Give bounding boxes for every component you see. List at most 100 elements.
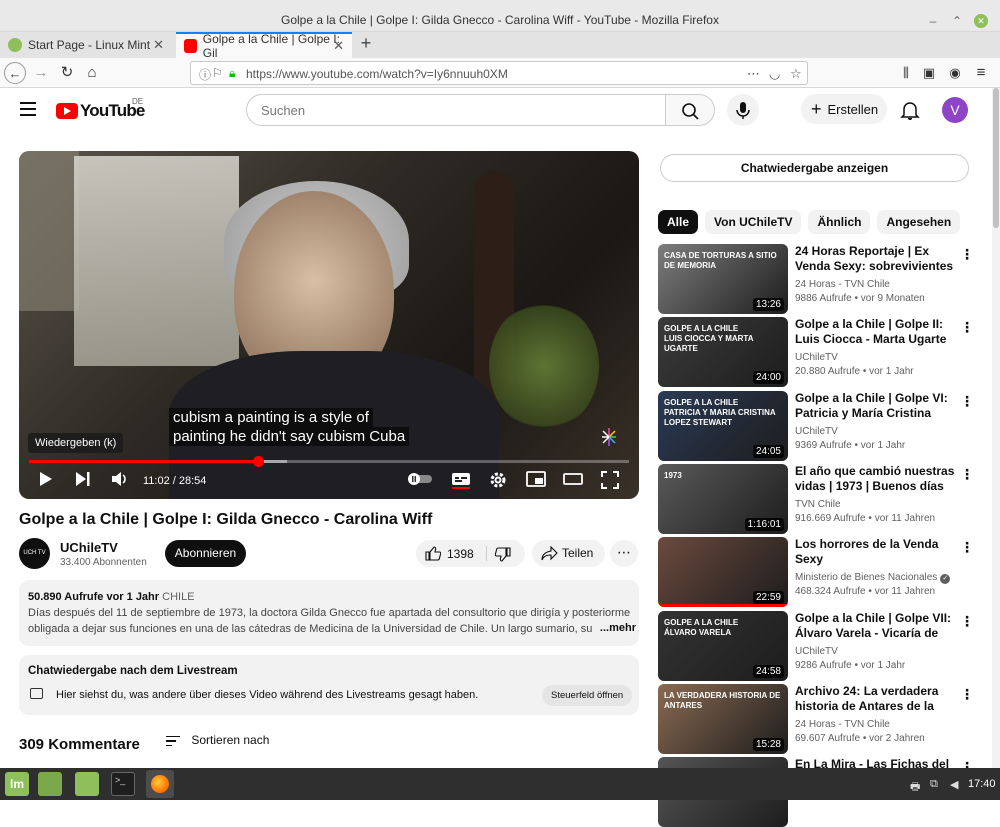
permissions-icon[interactable]: ⚐ [212, 66, 223, 80]
recommendation-item[interactable]: GOLPE A LA CHILE PATRICIA Y MARIA CRISTI… [658, 391, 988, 461]
url-bar[interactable]: ⓘ ⚐ 🔒︎ https://www.youtube.com/watch?v=I… [190, 61, 808, 85]
show-chat-replay-button[interactable]: Chatwiedergabe anzeigen [660, 154, 969, 182]
subscribe-button[interactable]: Abonnieren [165, 540, 246, 567]
recommendation-title[interactable]: Golpe a la Chile | Golpe II: Luis Ciocca… [795, 317, 955, 347]
recommendation-thumbnail[interactable]: 22:59 [658, 537, 788, 607]
recommendation-thumbnail[interactable]: GOLPE A LA CHILE LUIS CIOCCA Y MARTA UGA… [658, 317, 788, 387]
recommendation-title[interactable]: Archivo 24: La verdadera historia de Ant… [795, 684, 955, 714]
recommendation-title[interactable]: Golpe a la Chile | Golpe VII: Álvaro Var… [795, 611, 955, 641]
bookmark-star-icon[interactable]: ☆ [790, 66, 802, 82]
recommendation-channel[interactable]: 24 Horas - TVN Chile [795, 719, 890, 730]
recommendation-channel[interactable]: UChileTV [795, 426, 838, 437]
recommendation-channel[interactable]: UChileTV [795, 352, 838, 363]
minimize-icon[interactable]: – [926, 14, 940, 28]
next-icon[interactable] [75, 471, 91, 491]
recommendation-channel-name[interactable]: Ministerio de Bienes Nacionales [795, 572, 937, 583]
hashtag-link[interactable]: CHILE [162, 591, 194, 603]
page-actions-icon[interactable]: ⋯ [747, 66, 760, 82]
fullscreen-icon[interactable] [601, 471, 619, 491]
recommendation-title[interactable]: Los horrores de la Venda Sexy [795, 537, 955, 567]
network-icon[interactable]: ⧉ [930, 778, 938, 791]
chip-all[interactable]: Alle [658, 210, 699, 234]
tab-youtube[interactable]: Golpe a la Chile | Golpe I: Gil ✕ [176, 32, 352, 60]
firefox-taskbar-icon[interactable] [146, 770, 174, 798]
account-avatar[interactable]: V [942, 97, 968, 123]
file-manager-icon[interactable] [75, 772, 99, 796]
recommendation-title[interactable]: El año que cambió nuestras vidas | 1973 … [795, 464, 955, 494]
tab-start-page[interactable]: Start Page - Linux Mint ✕ [0, 32, 172, 58]
recommendation-menu-icon[interactable]: ⋮ [960, 539, 974, 556]
close-tab-icon[interactable]: ✕ [333, 38, 344, 54]
home-icon[interactable]: ⌂ [81, 62, 103, 84]
channel-avatar[interactable]: UCH TV [19, 538, 50, 569]
recommendation-menu-icon[interactable]: ⋮ [960, 246, 974, 263]
recommendation-channel-name[interactable]: 24 Horas - TVN Chile [795, 719, 890, 730]
notifications-bell-icon[interactable] [899, 99, 921, 121]
page-scrollbar[interactable] [992, 88, 1000, 768]
chip-from-channel[interactable]: Von UChileTV [705, 210, 802, 234]
youtube-logo[interactable]: YouTube DE [56, 97, 145, 121]
site-info-icon[interactable]: ⓘ [199, 66, 211, 83]
recommendation-channel-name[interactable]: UChileTV [795, 646, 838, 657]
recommendation-channel[interactable]: 24 Horas - TVN Chile [795, 279, 890, 290]
recommendation-title[interactable]: Golpe a la Chile | Golpe VI: Patricia y … [795, 391, 955, 421]
channel-name[interactable]: UChileTV [60, 540, 118, 555]
dislike-button[interactable] [494, 547, 511, 565]
recommendation-thumbnail[interactable]: GOLPE A LA CHILE PATRICIA Y MARIA CRISTI… [658, 391, 788, 461]
subtitles-icon[interactable] [451, 471, 471, 491]
close-window-icon[interactable]: ✕ [974, 14, 988, 28]
chip-watched[interactable]: Angesehen [877, 210, 961, 234]
recommendation-item[interactable]: 22:59 Los horrores de la Venda Sexy Minist… [658, 537, 988, 607]
printer-icon[interactable]: 🖶︎ [910, 778, 920, 797]
recommendation-item[interactable]: GOLPE A LA CHILE ÁLVARO VARELA 24:58 Golpe… [658, 611, 988, 681]
search-button[interactable] [665, 94, 715, 126]
search-input[interactable]: Suchen [246, 94, 666, 126]
autoplay-toggle-icon[interactable] [407, 471, 433, 491]
chip-related[interactable]: Ähnlich [808, 210, 871, 234]
recommendation-channel-name[interactable]: 24 Horas - TVN Chile [795, 279, 890, 290]
forward-icon[interactable]: → [30, 62, 52, 84]
sort-comments-button[interactable]: Sortieren nach [166, 733, 269, 747]
account-icon[interactable]: ◉ [944, 62, 966, 84]
recommendation-thumbnail[interactable]: LA VERDADERA HISTORIA DE ANTARES 15:28 [658, 684, 788, 754]
volume-icon[interactable] [111, 471, 129, 491]
recommendation-item[interactable]: GOLPE A LA CHILE LUIS CIOCCA Y MARTA UGA… [658, 317, 988, 387]
recommendation-thumbnail[interactable]: CASA DE TORTURAS A SITIO DE MEMORIA 13:26 [658, 244, 788, 314]
recommendation-thumbnail[interactable]: 1973 1:16:01 [658, 464, 788, 534]
library-icon[interactable]: ⫼ [895, 62, 917, 84]
video-player[interactable]: cubism a painting is a style of painting… [19, 151, 639, 499]
recommendation-menu-icon[interactable]: ⋮ [960, 466, 974, 483]
sidebar-toggle-icon[interactable]: ▣ [918, 62, 940, 84]
pocket-icon[interactable]: ◡ [769, 66, 780, 82]
settings-gear-icon[interactable] [489, 471, 507, 491]
reload-icon[interactable]: ↻ [56, 62, 78, 84]
recommendation-menu-icon[interactable]: ⋮ [960, 319, 974, 336]
guide-menu-icon[interactable] [20, 102, 36, 116]
miniplayer-icon[interactable] [526, 471, 546, 491]
recommendation-channel[interactable]: TVN Chile [795, 499, 841, 510]
recommendation-item[interactable]: 1973 1:16:01 El año que cambió nuestras vi… [658, 464, 988, 534]
progress-bar[interactable] [29, 456, 629, 467]
maximize-icon[interactable]: ⌃ [950, 14, 964, 28]
recommendation-title[interactable]: 24 Horas Reportaje | Ex Venda Sexy: sobr… [795, 244, 955, 274]
theater-mode-icon[interactable] [563, 471, 583, 491]
recommendation-item[interactable]: LA VERDADERA HISTORIA DE ANTARES 15:28 Arc… [658, 684, 988, 754]
close-tab-icon[interactable]: ✕ [153, 37, 164, 53]
recommendation-channel-name[interactable]: UChileTV [795, 352, 838, 363]
channel-watermark-icon[interactable] [601, 424, 617, 450]
create-button[interactable]: + Erstellen [801, 94, 887, 124]
play-icon[interactable] [39, 471, 53, 491]
show-more-link[interactable]: ...mehr [595, 620, 636, 636]
lock-icon[interactable]: 🔒︎ [229, 66, 235, 81]
recommendation-menu-icon[interactable]: ⋮ [960, 686, 974, 703]
mint-menu-icon[interactable]: lm [5, 772, 29, 796]
recommendation-channel[interactable]: UChileTV [795, 646, 838, 657]
recommendation-menu-icon[interactable]: ⋮ [960, 613, 974, 630]
back-icon[interactable]: ← [4, 62, 26, 84]
recommendation-item[interactable]: CASA DE TORTURAS A SITIO DE MEMORIA 13:26… [658, 244, 988, 314]
description-box[interactable]: 50.890 Aufrufe vor 1 Jahr CHILE Días des… [19, 580, 639, 646]
recommendation-channel[interactable]: Ministerio de Bienes Nacionales ✓ [795, 572, 951, 584]
recommendation-channel-name[interactable]: TVN Chile [795, 499, 841, 510]
like-button[interactable] [425, 546, 442, 564]
voice-search-button[interactable] [727, 94, 759, 126]
